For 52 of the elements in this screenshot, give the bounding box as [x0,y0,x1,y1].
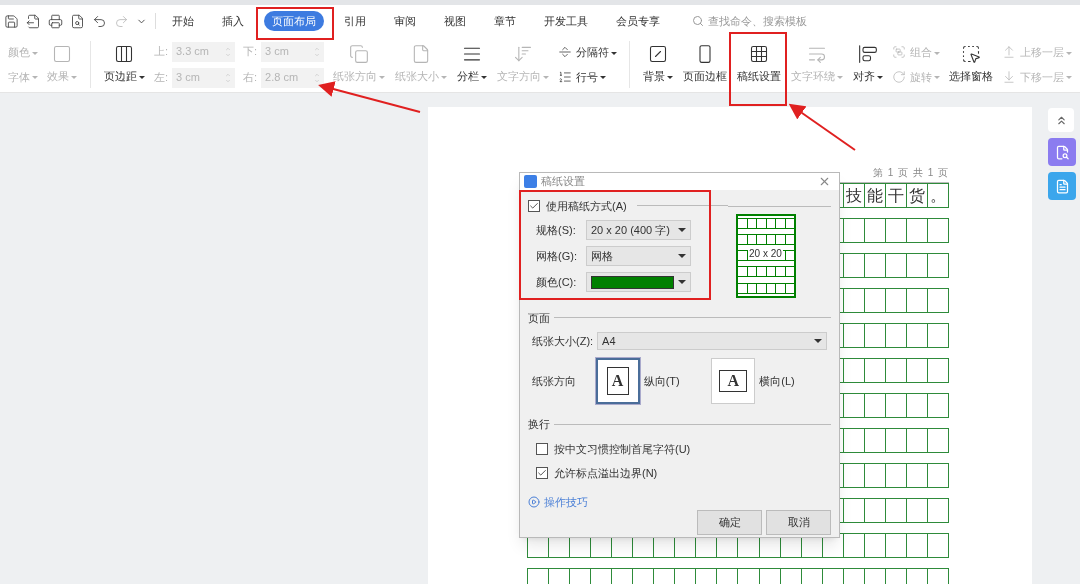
tips-link[interactable]: 操作技巧 [520,493,596,510]
orientation-option[interactable]: A [711,358,756,404]
grid-character: 技 [845,185,862,206]
field-label: 网格(G): [536,248,578,264]
ribbon-tab[interactable]: 页面布局 [264,10,324,32]
dialog-title: 稿纸设置 [541,174,585,189]
field-label: 上: [153,44,168,60]
option-label: 横向(L) [759,373,795,389]
ribbon-tab[interactable]: 插入 [214,10,252,32]
preview-label: 20 x 20 [748,247,783,260]
ribbon-tab[interactable]: 视图 [436,10,474,32]
field-label: 纸张方向 [532,373,577,389]
checkbox-label: 允许标点溢出边界(N) [554,466,658,481]
grid-character: 能 [866,185,883,206]
checkbox-label: 使用稿纸方式(A) [546,198,627,214]
field-label: 下: [243,44,258,60]
ribbon-tab[interactable]: 审阅 [386,10,424,32]
ribbon-tab[interactable]: 章节 [486,10,524,32]
select-field[interactable]: 20 x 20 (400 字) [586,220,691,240]
section-heading: 页面 [528,310,550,326]
field-label: 左: [153,70,168,86]
ribbon-tab[interactable]: 会员专享 [608,10,668,32]
dialog-button[interactable]: 确定 [697,510,762,535]
select-field[interactable]: 网格 [586,246,691,266]
option-label: 纵向(T) [643,373,680,389]
ribbon-button[interactable]: 选择窗格 [944,37,998,92]
field-label: 颜色(C): [536,274,578,290]
checkbox-label: 按中文习惯控制首尾字符(U) [554,441,691,457]
ribbon-button[interactable]: 稿纸设置 [732,37,786,92]
field-label: 规格(S): [536,222,577,238]
section-heading: 换行 [528,417,550,432]
orientation-option[interactable]: A [595,358,640,404]
ribbon-button[interactable]: 页边距 [98,37,150,92]
grid-character: 。 [929,185,946,206]
grid-character: 货 [908,185,925,206]
ribbon-button[interactable]: 页面边框 [678,37,732,92]
field-label: 纸张大小(Z): [532,333,594,349]
ribbon-button[interactable]: 行号 [558,68,618,85]
dialog-button[interactable]: 取消 [766,510,831,535]
ribbon-tab[interactable]: 引用 [336,10,374,32]
ribbon-tab[interactable]: 开发工具 [536,10,596,32]
page-letter-icon: A [719,370,748,392]
field-label: 右: [243,70,258,86]
ribbon-tab[interactable]: 开始 [164,10,202,32]
ribbon-button[interactable]: 背景 [638,37,678,92]
ribbon-button[interactable]: 分栏 [452,37,493,92]
page-letter-icon: A [606,367,629,395]
ribbon-button[interactable]: 对齐 [848,37,888,92]
page-header: 第 1 页 共 1 页 [873,166,949,180]
grid-character: 干 [887,185,904,206]
paper-size-select[interactable]: A4 [597,332,827,350]
ribbon-button[interactable]: 分隔符 [558,44,618,61]
